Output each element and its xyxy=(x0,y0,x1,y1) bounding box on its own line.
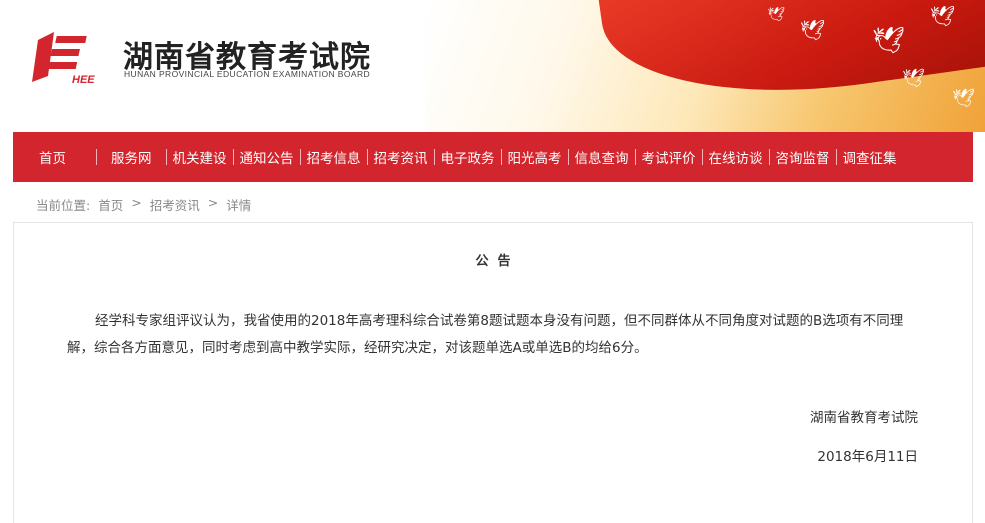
nav-item-info-query[interactable]: 信息查询 xyxy=(569,147,635,167)
nav-item-exam-evaluation[interactable]: 考试评价 xyxy=(636,147,702,167)
nav-item-online-interview[interactable]: 在线访谈 xyxy=(703,147,769,167)
nav-item-notices[interactable]: 通知公告 xyxy=(234,147,300,167)
dove-icon: 🕊 xyxy=(799,18,825,42)
notice-title: 公 告 xyxy=(475,254,511,269)
nav-item-survey[interactable]: 调查征集 xyxy=(837,147,903,167)
breadcrumb-home-link[interactable]: 首页 xyxy=(98,195,123,214)
logo-text: HEE xyxy=(72,74,95,86)
site-header: 🕊 🕊 🕊 🕊 🕊 🕊 HEE 湖南省教育考试院 HUNAN PROVINCIA… xyxy=(0,0,985,132)
breadcrumb-prefix: 当前位置: xyxy=(36,198,91,213)
dove-icon: 🕊 xyxy=(767,7,785,23)
breadcrumb: 当前位置: 首页 > 招考资讯 > 详情 xyxy=(36,195,259,214)
header-banner: 🕊 🕊 🕊 🕊 🕊 🕊 xyxy=(425,0,985,132)
nav-item-service[interactable]: 服务网 xyxy=(97,147,166,167)
breadcrumb-separator: > xyxy=(207,195,219,210)
nav-item-admission-info[interactable]: 招考信息 xyxy=(301,147,367,167)
article-panel: 公 告 经学科专家组评议认为，我省使用的2018年高考理科综合试卷第8题试题本身… xyxy=(13,222,973,523)
nav-item-home[interactable]: 首页 xyxy=(13,147,96,167)
breadcrumb-admission-news-link[interactable]: 招考资讯 xyxy=(150,195,200,214)
site-subtitle: HUNAN PROVINCIAL EDUCATION EXAMINATION B… xyxy=(124,69,371,79)
red-flag-graphic xyxy=(598,0,985,119)
dove-icon: 🕊 xyxy=(929,4,955,28)
dove-icon: 🕊 xyxy=(952,88,975,109)
nav-item-sunshine-gaokao[interactable]: 阳光高考 xyxy=(502,147,568,167)
dove-icon: 🕊 xyxy=(902,68,925,89)
main-nav: 首页 服务网 机关建设 通知公告 招考信息 招考资讯 电子政务 阳光高考 信息查… xyxy=(13,132,973,182)
nav-item-organization[interactable]: 机关建设 xyxy=(167,147,233,167)
notice-signature-org: 湖南省教育考试院 xyxy=(810,410,918,426)
notice-body: 经学科专家组评议认为，我省使用的2018年高考理科综合试卷第8题试题本身没有问题… xyxy=(67,313,904,356)
hee-logo-icon: HEE xyxy=(32,32,95,86)
nav-item-supervision[interactable]: 咨询监督 xyxy=(770,147,836,167)
nav-item-e-gov[interactable]: 电子政务 xyxy=(435,147,501,167)
nav-item-admission-news[interactable]: 招考资讯 xyxy=(368,147,434,167)
breadcrumb-separator: > xyxy=(131,195,142,210)
notice-date: 2018年6月11日 xyxy=(817,449,918,465)
dove-icon: 🕊 xyxy=(871,26,905,56)
breadcrumb-current: 详情 xyxy=(226,198,252,213)
